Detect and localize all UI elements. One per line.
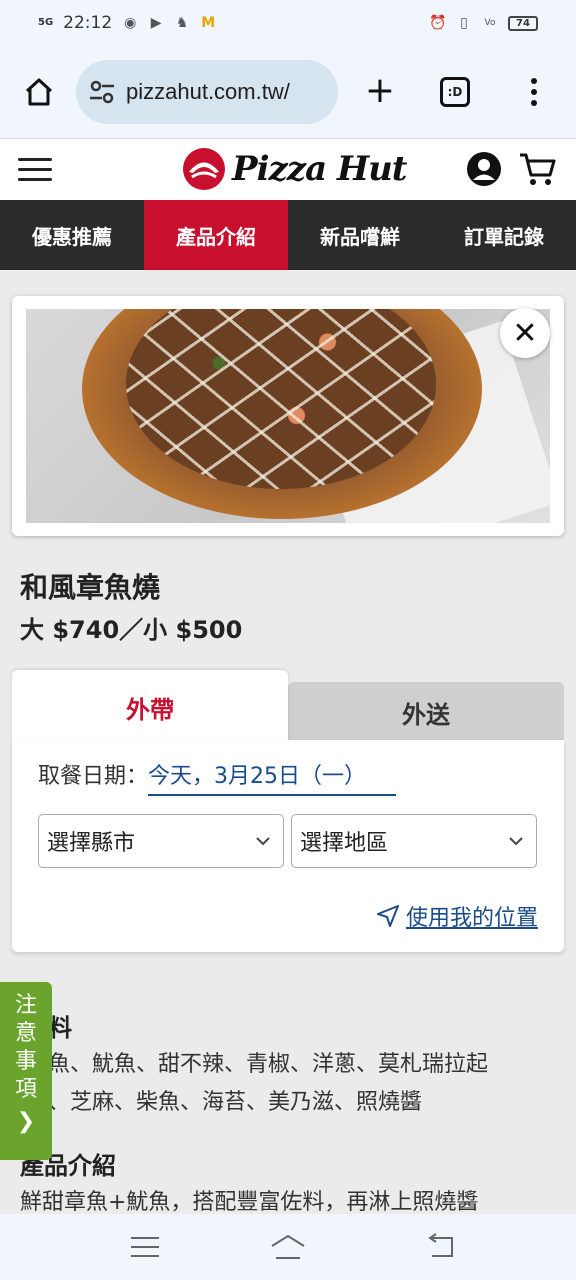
pickup-date-select[interactable]: 今天，3月25日（一） [148, 758, 397, 796]
address-bar[interactable]: pizzahut.com.tw/ [76, 60, 338, 124]
ingredients-line-1: 魚、魷魚、甜不辣、青椒、洋蔥、莫札瑞拉起 [48, 1052, 489, 1077]
home-icon [25, 78, 53, 106]
product-photo [26, 309, 550, 523]
brand-name: Pizza Hut [232, 149, 408, 189]
intro-text: 鮮甜章魚+魷魚，搭配豐富佐料，再淋上照燒醬 [20, 1190, 479, 1215]
nav-item-promotions[interactable]: 優惠推薦 [0, 200, 144, 270]
mcdonalds-icon: M [201, 15, 216, 31]
city-select[interactable]: 選擇縣市 [38, 814, 284, 868]
product-image-card: ✕ [12, 296, 564, 536]
clock: 22:12 [63, 13, 113, 33]
cart-icon[interactable] [518, 151, 556, 187]
chevron-right-icon: ❯ [16, 1109, 36, 1134]
close-button[interactable]: ✕ [500, 308, 550, 358]
url-text: pizzahut.com.tw/ [126, 79, 290, 104]
ingredients-line-2: 、芝麻、柴魚、海苔、美乃滋、照燒醬 [48, 1090, 423, 1115]
pickup-date-row: 取餐日期： 今天，3月25日（一） [38, 758, 397, 796]
close-icon: ✕ [512, 315, 538, 351]
browser-menu-button[interactable] [530, 78, 538, 106]
tab-delivery[interactable]: 外送 [288, 682, 564, 742]
notice-char: 注 [14, 993, 37, 1018]
site-header: Pizza Hut [0, 138, 576, 200]
youtube-icon: ▶ [150, 15, 162, 31]
main-nav: 優惠推薦 產品介紹 新品嚐鮮 訂單記錄 [0, 200, 576, 270]
order-panel: 取餐日期： 今天，3月25日（一） 選擇縣市 選擇地區 使用我的位置 [12, 740, 564, 952]
system-nav-bar [0, 1214, 576, 1280]
home-nav-icon[interactable] [270, 1232, 306, 1262]
pickup-date-label: 取餐日期： [38, 764, 149, 789]
recents-icon[interactable] [128, 1232, 162, 1262]
status-bar: 5G 22:12 ◉ ▶ ♞ M ⏰ ▯ Vo 74 [0, 0, 576, 46]
browser-toolbar: pizzahut.com.tw/ + :D [0, 46, 576, 138]
tab-takeout[interactable]: 外帶 [12, 670, 288, 744]
nav-item-orders[interactable]: 訂單記錄 [432, 200, 576, 270]
new-tab-button[interactable]: + [364, 73, 396, 109]
notice-char: 意 [14, 1021, 37, 1046]
back-icon[interactable] [424, 1232, 458, 1262]
chevron-down-icon [256, 837, 270, 846]
battery-indicator: 74 [508, 15, 538, 31]
line-icon: ◉ [124, 15, 137, 31]
notice-side-tab[interactable]: 注 意 事 項 ❯ [0, 982, 52, 1160]
hamburger-menu-icon[interactable] [18, 158, 52, 181]
site-settings-icon[interactable] [88, 78, 116, 106]
notice-char: 項 [14, 1077, 37, 1102]
alarm-icon: ⏰ [429, 15, 447, 31]
nav-item-products[interactable]: 產品介紹 [144, 200, 288, 270]
product-name: 和風章魚燒 [20, 571, 161, 604]
tab-switcher-button[interactable]: :D [440, 77, 470, 107]
use-location-link[interactable]: 使用我的位置 [376, 900, 538, 932]
area-select[interactable]: 選擇地區 [291, 814, 537, 868]
use-location-text: 使用我的位置 [405, 906, 538, 931]
pizzahut-roof-icon [183, 148, 225, 190]
city-select-value: 選擇縣市 [47, 831, 136, 856]
product-price: 大 $740／小 $500 [20, 616, 243, 644]
network-indicator: 5G [38, 17, 54, 28]
user-account-icon[interactable] [466, 151, 502, 187]
pizzahut-logo[interactable]: Pizza Hut [182, 147, 408, 191]
notice-char: 事 [14, 1049, 37, 1074]
volte-icon: Vo [484, 18, 496, 28]
home-button[interactable] [20, 73, 58, 111]
chevron-down-icon [509, 837, 523, 846]
location-arrow-icon [376, 905, 399, 927]
cat-icon: ♞ [175, 15, 189, 31]
vibrate-icon: ▯ [460, 15, 468, 31]
area-select-value: 選擇地區 [300, 831, 389, 856]
nav-item-new[interactable]: 新品嚐鮮 [288, 200, 432, 270]
